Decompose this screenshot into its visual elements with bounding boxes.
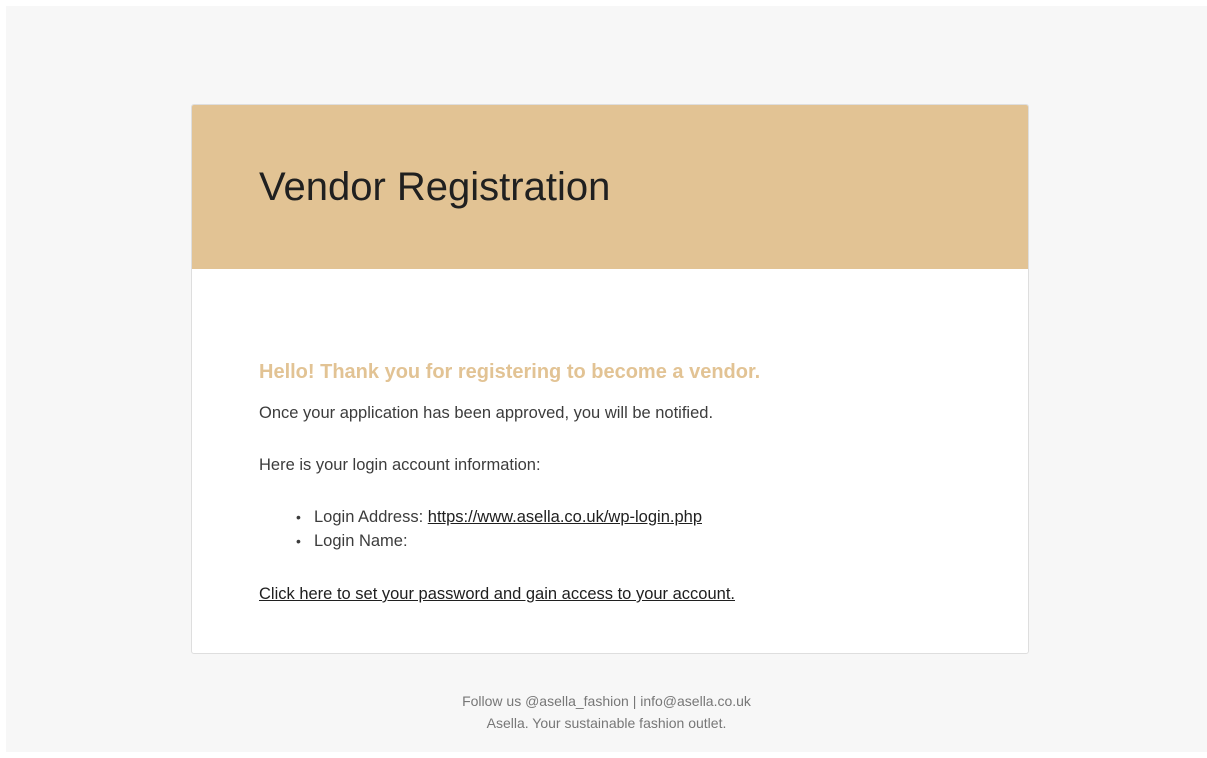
list-item-login-address: • Login Address: https://www.asella.co.u… (296, 505, 702, 529)
footer-tagline: Asella. Your sustainable fashion outlet. (486, 715, 727, 731)
email-footer: Follow us @asella_fashion | info@asella.… (6, 690, 1207, 734)
email-card: Vendor Registration Hello! Thank you for… (191, 104, 1029, 654)
login-details-list: • Login Address: https://www.asella.co.u… (296, 505, 702, 553)
bullet-icon: • (296, 509, 301, 525)
login-info-intro: Here is your login account information: (259, 456, 541, 474)
login-name-label: Login Name: (314, 532, 408, 550)
email-header: Vendor Registration (192, 105, 1028, 269)
email-background: Vendor Registration Hello! Thank you for… (6, 6, 1207, 752)
greeting-heading: Hello! Thank you for registering to beco… (259, 361, 761, 383)
list-item-login-name: • Login Name: (296, 529, 702, 553)
set-password-link[interactable]: Click here to set your password and gain… (259, 583, 735, 605)
bullet-icon: • (296, 533, 301, 549)
approval-note: Once your application has been approved,… (259, 404, 714, 422)
login-name-value-redacted (412, 534, 533, 549)
login-address-label: Login Address: (314, 508, 424, 526)
email-title: Vendor Registration (259, 165, 611, 209)
footer-contact-line: Follow us @asella_fashion | info@asella.… (462, 693, 751, 709)
login-address-link[interactable]: https://www.asella.co.uk/wp-login.php (428, 508, 702, 526)
